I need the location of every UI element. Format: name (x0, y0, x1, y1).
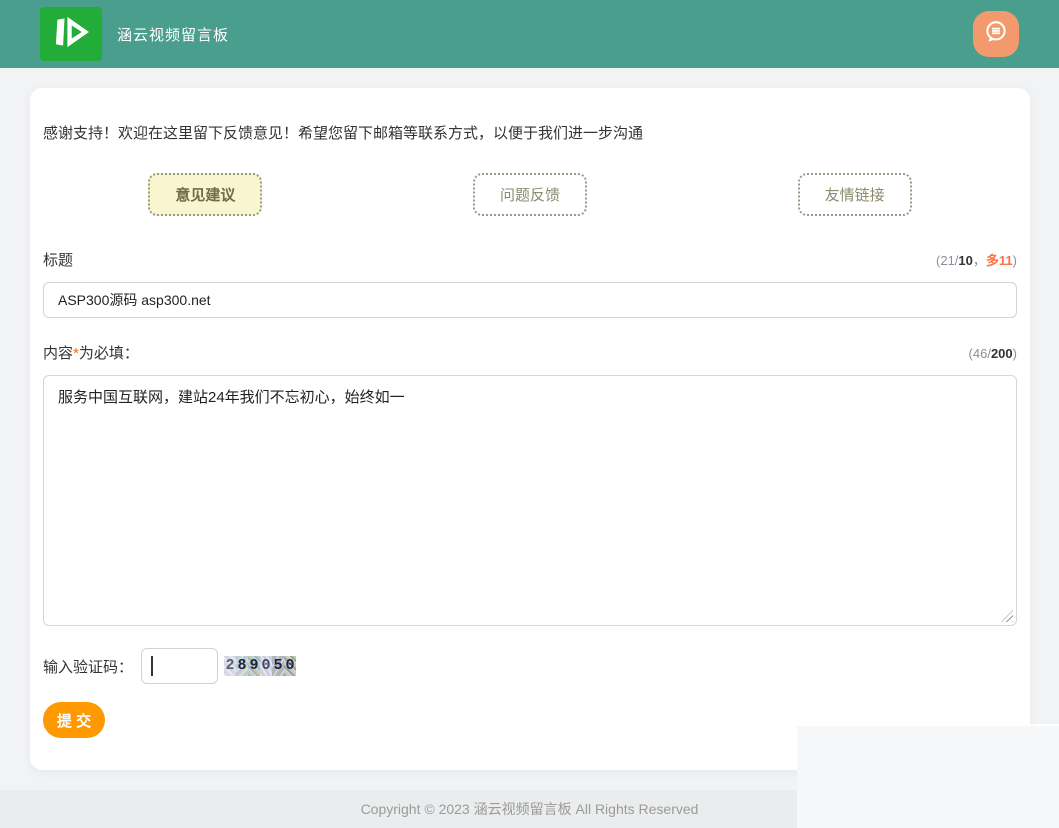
captcha-digit: 8 (236, 656, 248, 676)
tab-issue-feedback[interactable]: 问题反馈 (473, 173, 587, 216)
captcha-input-wrap (141, 648, 218, 684)
page: 涵云视频留言板 感谢支持！欢迎在这里留下反馈意见！希望您留下邮箱等联系方式，以便… (0, 0, 1059, 828)
captcha-digit: 2 (224, 656, 236, 676)
captcha-row: 输入验证码： 289050 (43, 648, 1017, 684)
tab-column: 意见建议 (43, 173, 368, 216)
submit-button[interactable]: 提 交 (43, 702, 105, 738)
copyright-text: Copyright © 2023 涵云视频留言板 All Rights Rese… (361, 799, 699, 819)
counter-over: 多11 (986, 253, 1013, 268)
captcha-digit: 0 (284, 656, 296, 676)
counter-close: ) (1013, 253, 1017, 268)
content-char-counter: (46/200) (969, 346, 1017, 361)
content-field-header: 内容*为必填： (46/200) (43, 342, 1017, 363)
header: 涵云视频留言板 (0, 0, 1059, 68)
title-label: 标题 (43, 249, 73, 270)
title-input[interactable] (43, 282, 1017, 318)
captcha-input[interactable] (141, 648, 218, 684)
title-char-counter: (21/10，多11) (936, 250, 1017, 269)
content-textarea[interactable]: 服务中国互联网，建站24年我们不忘初心，始终如一 (43, 375, 1017, 626)
captcha-digit: 0 (260, 656, 272, 676)
content-label-main: 内容 (43, 345, 73, 362)
comment-bubble-icon (982, 18, 1010, 51)
chat-button[interactable] (973, 11, 1019, 57)
counter-sep: ， (973, 253, 986, 268)
captcha-digit: 9 (248, 656, 260, 676)
blank-overlay-panel (797, 724, 1059, 828)
app-logo[interactable] (40, 7, 102, 61)
captcha-digit: 5 (272, 656, 284, 676)
content-label-suffix: 为必填： (79, 345, 139, 362)
captcha-label: 输入验证码： (43, 656, 133, 677)
tab-column: 问题反馈 (368, 173, 693, 216)
tab-column: 友情链接 (692, 173, 1017, 216)
video-play-logo-icon (48, 9, 94, 60)
content-label: 内容*为必填： (43, 342, 139, 363)
tab-friend-links[interactable]: 友情链接 (798, 173, 912, 216)
counter-open: (21/ (936, 253, 958, 268)
captcha-image[interactable]: 289050 (224, 656, 296, 676)
counter-close: ) (1013, 346, 1017, 361)
counter-limit: 200 (991, 346, 1013, 361)
feedback-card: 感谢支持！欢迎在这里留下反馈意见！希望您留下邮箱等联系方式，以便于我们进一步沟通… (30, 88, 1030, 770)
counter-limit: 10 (958, 253, 972, 268)
app-title: 涵云视频留言板 (117, 0, 229, 68)
title-field-header: 标题 (21/10，多11) (43, 249, 1017, 270)
intro-text: 感谢支持！欢迎在这里留下反馈意见！希望您留下邮箱等联系方式，以便于我们进一步沟通 (43, 122, 1017, 143)
tab-suggestions[interactable]: 意见建议 (148, 173, 262, 216)
category-tabs: 意见建议 问题反馈 友情链接 (43, 173, 1017, 216)
text-caret (151, 656, 153, 676)
content-textarea-wrap: 服务中国互联网，建站24年我们不忘初心，始终如一 (43, 375, 1017, 626)
counter-open: (46/ (969, 346, 991, 361)
